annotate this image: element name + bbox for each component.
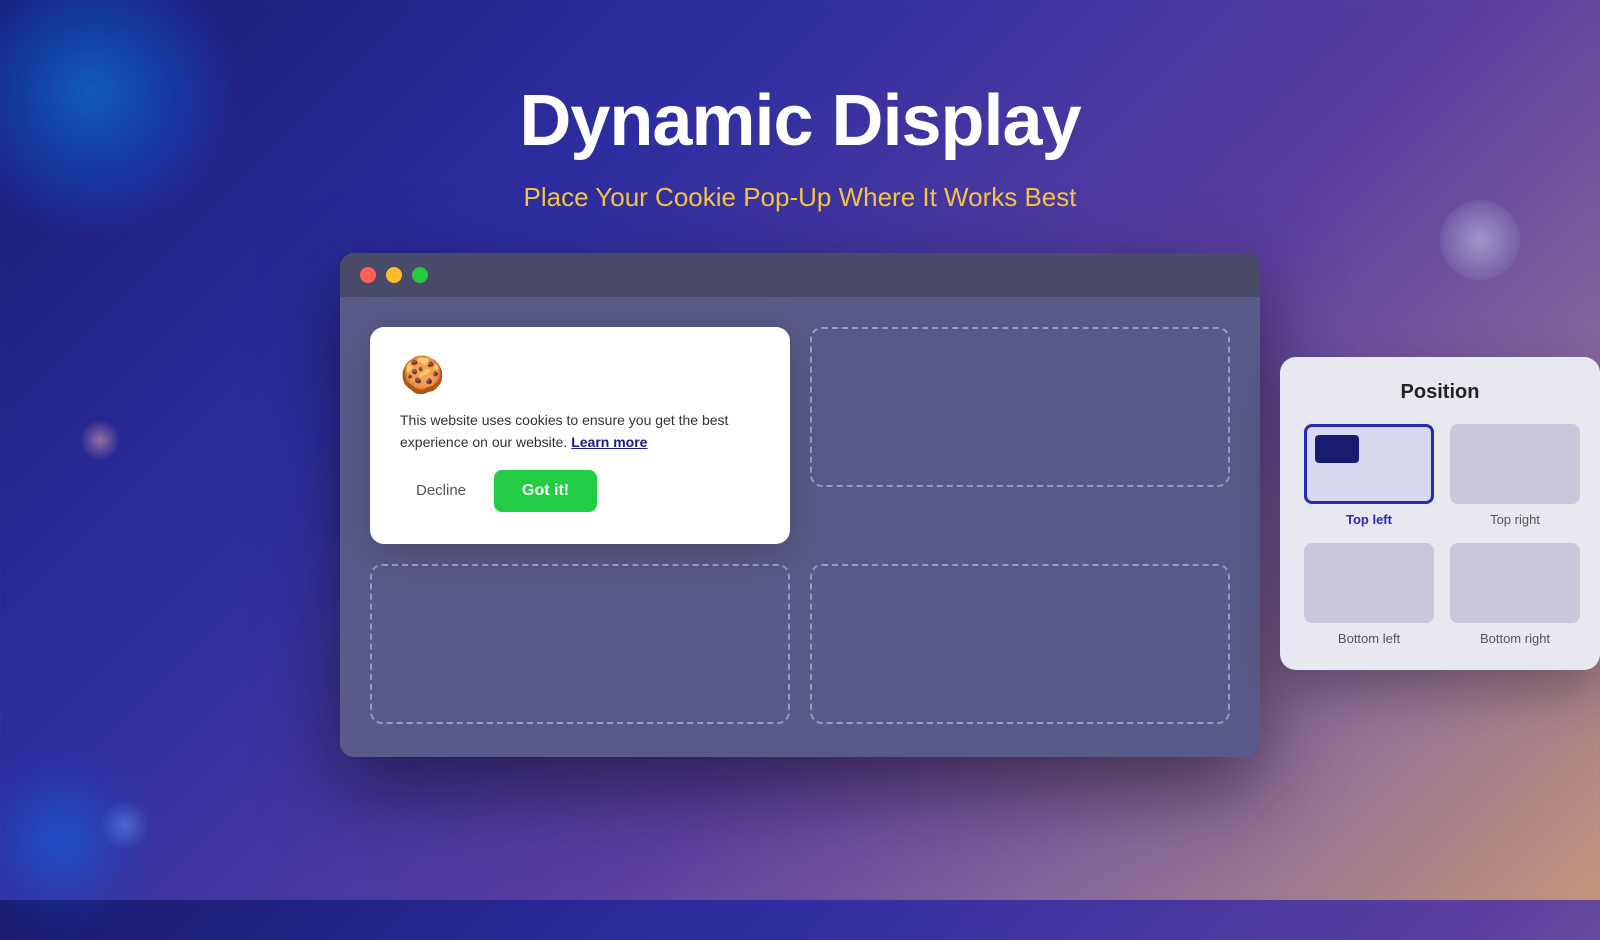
pos-indicator-bottomright bbox=[1525, 584, 1569, 612]
traffic-light-yellow[interactable] bbox=[386, 267, 402, 283]
accept-button[interactable]: Got it! bbox=[494, 470, 597, 512]
position-options-grid: Top left Top right Bottom left bbox=[1304, 424, 1576, 646]
page-subtitle: Place Your Cookie Pop-Up Where It Works … bbox=[0, 182, 1600, 213]
bottom-cards bbox=[370, 564, 1230, 727]
position-label-topleft: Top left bbox=[1346, 512, 1392, 527]
page-title: Dynamic Display bbox=[0, 80, 1600, 162]
page-header: Dynamic Display Place Your Cookie Pop-Up… bbox=[0, 0, 1600, 253]
traffic-light-green[interactable] bbox=[412, 267, 428, 283]
learn-more-link[interactable]: Learn more bbox=[571, 434, 647, 450]
placeholder-card-bottomleft bbox=[370, 564, 790, 724]
position-label-topright: Top right bbox=[1490, 512, 1540, 527]
pos-indicator-bottomleft bbox=[1315, 584, 1359, 612]
cookie-text: This website uses cookies to ensure you … bbox=[400, 409, 760, 454]
position-option-topright[interactable]: Top right bbox=[1450, 424, 1580, 527]
pos-indicator-topleft bbox=[1315, 435, 1359, 463]
cookie-popup: 🍪 This website uses cookies to ensure yo… bbox=[370, 327, 790, 544]
position-thumbnail-topright bbox=[1450, 424, 1580, 504]
browser-mock: 🍪 This website uses cookies to ensure yo… bbox=[340, 253, 1260, 757]
browser-content: 🍪 This website uses cookies to ensure yo… bbox=[340, 297, 1260, 757]
cookie-icon: 🍪 bbox=[400, 357, 760, 393]
placeholder-card-topright bbox=[810, 327, 1230, 487]
background-blob-midleft bbox=[80, 420, 120, 460]
position-option-bottomright[interactable]: Bottom right bbox=[1450, 543, 1580, 646]
position-option-bottomleft[interactable]: Bottom left bbox=[1304, 543, 1434, 646]
pos-indicator-topright bbox=[1525, 435, 1569, 463]
placeholder-card-bottomright bbox=[810, 564, 1230, 724]
traffic-light-red[interactable] bbox=[360, 267, 376, 283]
cookie-buttons: Decline Got it! bbox=[400, 470, 760, 512]
position-label-bottomleft: Bottom left bbox=[1338, 631, 1400, 646]
decline-button[interactable]: Decline bbox=[400, 474, 482, 507]
position-panel-title: Position bbox=[1304, 381, 1576, 404]
position-thumbnail-topleft bbox=[1304, 424, 1434, 504]
position-label-bottomright: Bottom right bbox=[1480, 631, 1550, 646]
browser-titlebar bbox=[340, 253, 1260, 297]
background-blob-smallbl bbox=[100, 800, 150, 850]
position-thumbnail-bottomleft bbox=[1304, 543, 1434, 623]
position-thumbnail-bottomright bbox=[1450, 543, 1580, 623]
position-panel: Position Top left Top right bbox=[1280, 357, 1600, 670]
position-option-topleft[interactable]: Top left bbox=[1304, 424, 1434, 527]
